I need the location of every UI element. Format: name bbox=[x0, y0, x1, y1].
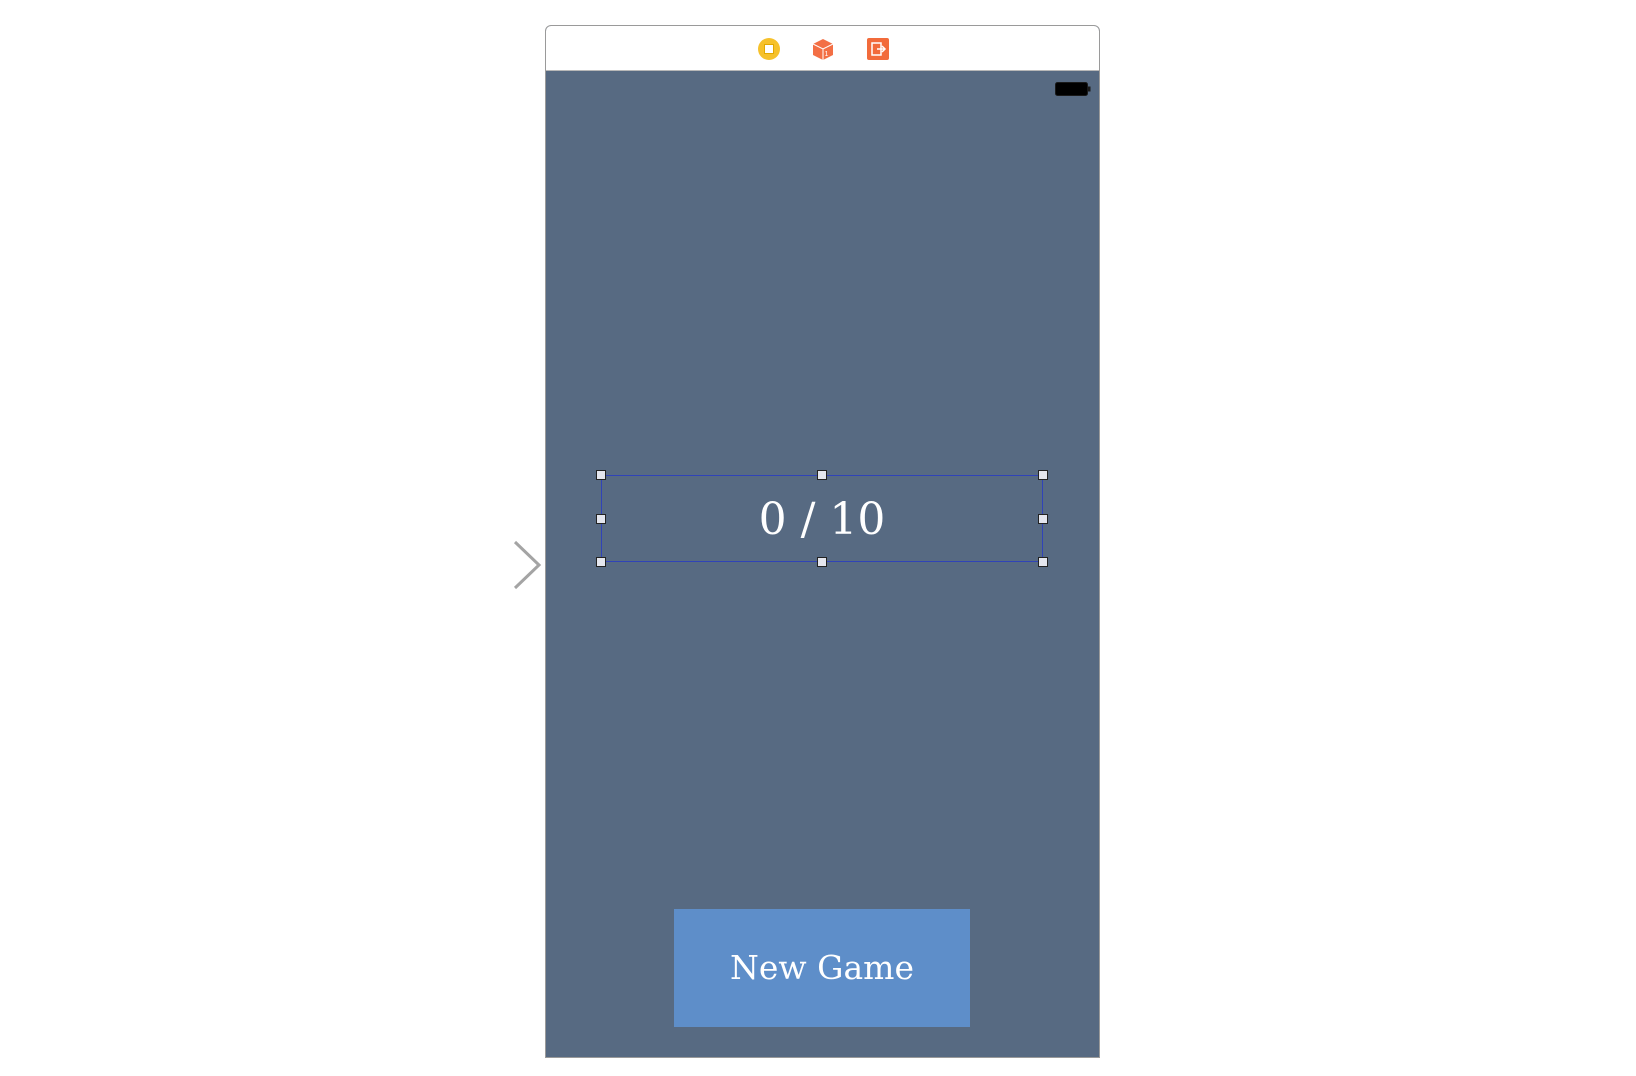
view-controller-scene[interactable]: 1 0 / 10 New Game bbox=[545, 25, 1100, 1058]
new-game-button[interactable]: New Game bbox=[674, 909, 970, 1027]
resize-handle-bottom-right[interactable] bbox=[1038, 557, 1048, 567]
svg-text:1: 1 bbox=[825, 51, 829, 58]
initial-view-controller-arrow-icon[interactable] bbox=[396, 540, 544, 590]
score-label[interactable]: 0 / 10 bbox=[601, 475, 1043, 562]
resize-handle-bottom-left[interactable] bbox=[596, 557, 606, 567]
resize-handle-right[interactable] bbox=[1038, 514, 1048, 524]
scene-dock: 1 bbox=[546, 26, 1099, 71]
view-controller-icon[interactable] bbox=[757, 37, 781, 61]
resize-handle-top-right[interactable] bbox=[1038, 470, 1048, 480]
resize-handle-bottom[interactable] bbox=[817, 557, 827, 567]
storyboard-canvas[interactable]: 1 0 / 10 New Game bbox=[0, 0, 1636, 1076]
first-responder-icon[interactable]: 1 bbox=[811, 37, 835, 61]
resize-handle-left[interactable] bbox=[596, 514, 606, 524]
resize-handle-top-left[interactable] bbox=[596, 470, 606, 480]
battery-icon bbox=[1055, 82, 1091, 96]
resize-handle-top[interactable] bbox=[817, 470, 827, 480]
exit-icon[interactable] bbox=[866, 37, 890, 61]
